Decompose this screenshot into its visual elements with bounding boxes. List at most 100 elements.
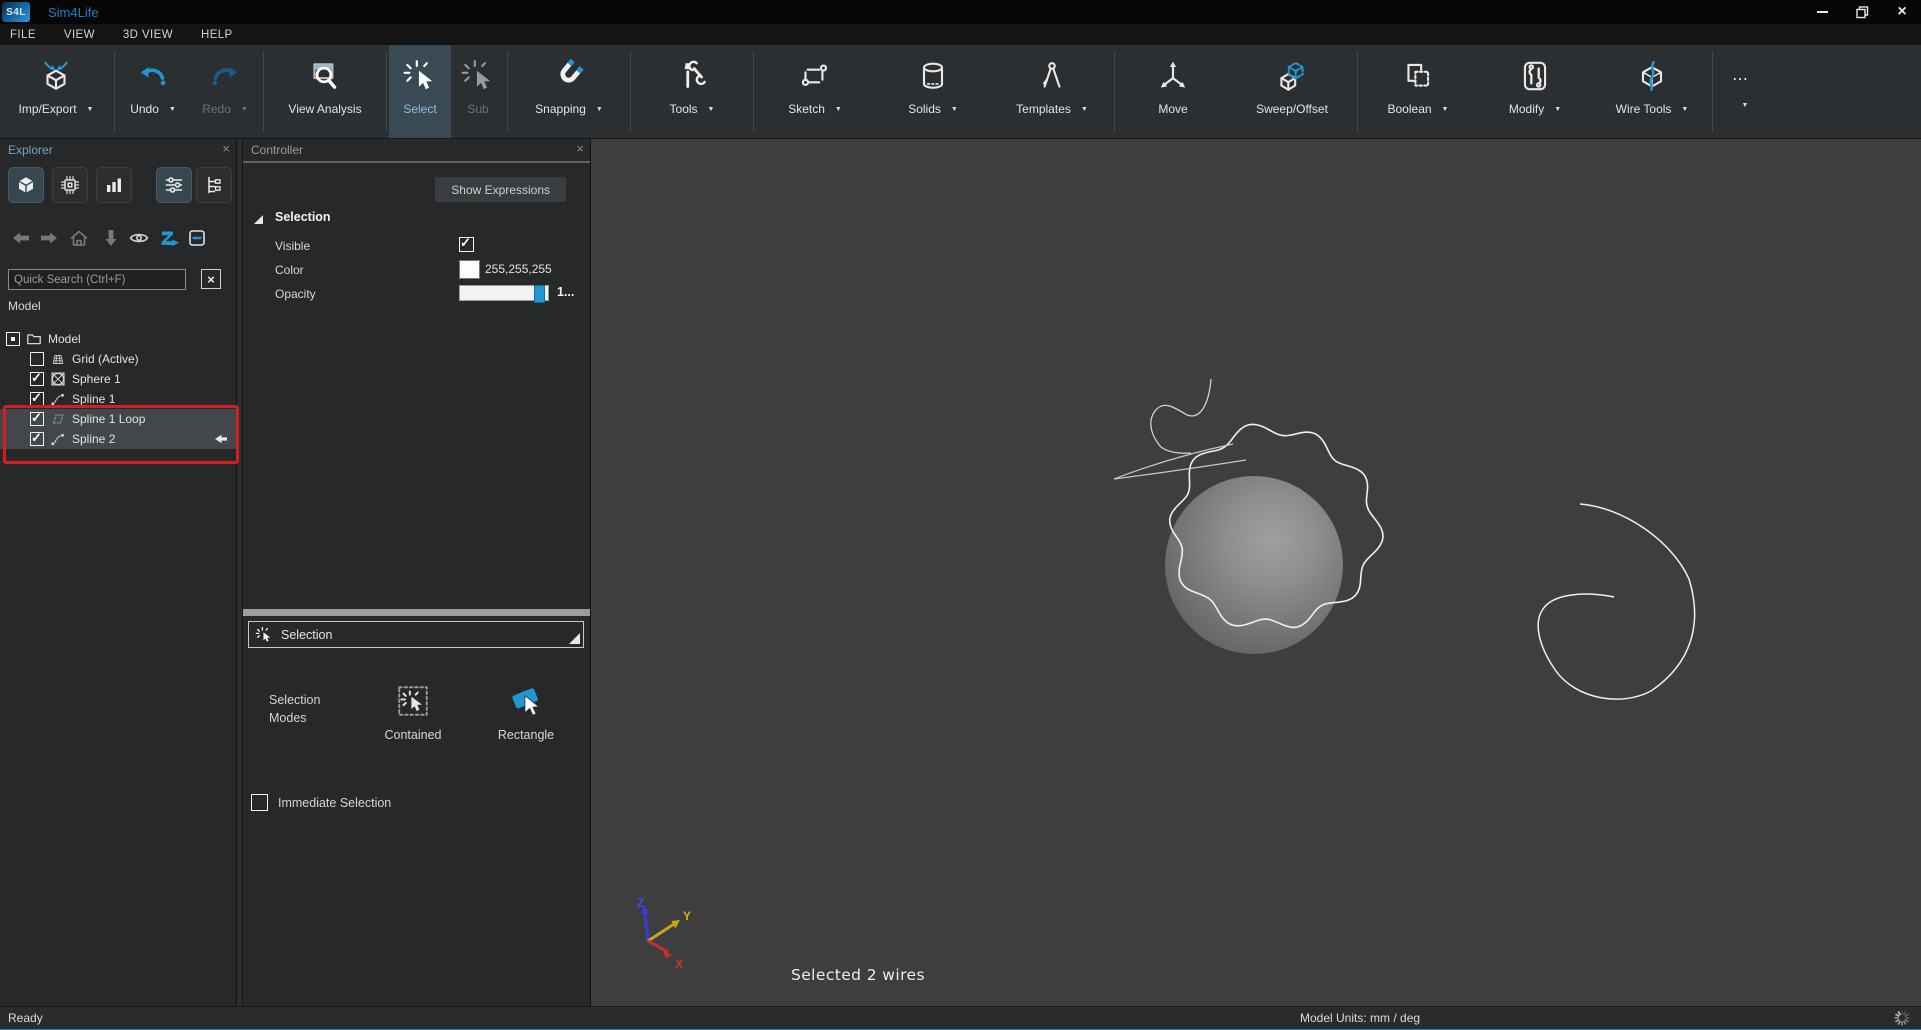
selection-tool-dropdown[interactable]: Selection — [248, 621, 584, 648]
minimize-button[interactable] — [1809, 2, 1835, 22]
opacity-slider-handle[interactable] — [534, 285, 545, 303]
tree-item-label: Sphere 1 — [72, 372, 121, 386]
mode-contained-label: Contained — [384, 728, 442, 742]
opacity-slider[interactable] — [459, 285, 549, 303]
toolbar-button-boolean[interactable]: Boolean ▼ — [1360, 45, 1476, 138]
explorer-view-button-filter-sliders[interactable] — [156, 167, 192, 203]
chevron-down-icon[interactable]: ▼ — [241, 106, 248, 113]
toolbar-button-snapping[interactable]: Snapping ▼ — [510, 45, 628, 138]
explorer-nav-zoom-z[interactable] — [158, 227, 180, 249]
chevron-down-icon[interactable]: ▼ — [1554, 106, 1561, 113]
app-logo-icon: S4L — [2, 2, 30, 22]
controller-splitter[interactable] — [243, 609, 590, 616]
visibility-checkbox[interactable] — [30, 352, 44, 366]
chevron-down-icon[interactable]: ▼ — [1442, 106, 1449, 113]
visibility-checkbox[interactable] — [30, 430, 44, 446]
chevron-down-icon[interactable]: ▼ — [1081, 106, 1088, 113]
tree-item-spline-2[interactable]: Spline 2 — [0, 429, 237, 449]
spline-1-needle-upper — [1113, 443, 1234, 480]
menu-3d-view[interactable]: 3D VIEW — [109, 29, 187, 41]
immediate-selection-label: Immediate Selection — [278, 795, 392, 810]
tree-expander-box[interactable] — [6, 332, 20, 346]
menu-help[interactable]: HELP — [187, 29, 247, 41]
explorer-view-button-chip[interactable] — [52, 167, 88, 203]
boolean-icon — [1400, 54, 1436, 98]
model-units-text: Model Units: mm / deg — [1300, 1011, 1421, 1025]
tree-item-sphere-1[interactable]: Sphere 1 — [0, 369, 237, 389]
visibility-checkbox[interactable] — [30, 390, 44, 406]
toolbar-button-imp-export[interactable]: Imp/Export ▼ — [0, 45, 112, 138]
restore-button[interactable] — [1849, 2, 1875, 22]
chevron-down-icon[interactable]: ▼ — [951, 106, 958, 113]
sketch-icon — [797, 54, 833, 98]
toolbar-button-label: Boolean — [1387, 102, 1432, 116]
tree-item-grid-active[interactable]: Grid (Active) — [0, 349, 237, 369]
toolbar-button-redo[interactable]: Redo ▼ — [189, 45, 261, 138]
modify-icon — [1517, 54, 1553, 98]
menu-file[interactable]: FILE — [0, 29, 50, 41]
toolbar-button-tools[interactable]: Tools ▼ — [633, 45, 751, 138]
mode-contained[interactable]: Contained — [358, 682, 468, 742]
explorer-view-button-bar-chart[interactable] — [96, 167, 132, 203]
toolbar-button-sweep-offset[interactable]: Sweep/Offset — [1229, 45, 1355, 138]
clear-search-button[interactable]: × — [201, 269, 221, 289]
toolbar-button-undo[interactable]: Undo ▼ — [117, 45, 189, 138]
explorer-view-button-tree-view[interactable] — [196, 167, 232, 203]
chevron-down-icon[interactable]: ▼ — [169, 106, 176, 113]
spline-2-object[interactable] — [1537, 503, 1696, 700]
sphere-object[interactable] — [1165, 476, 1343, 654]
tree-item-spline-1-loop[interactable]: Spline 1 Loop — [0, 409, 237, 429]
toolbar-separator — [630, 51, 631, 132]
toolbar-button-modify[interactable]: Modify ▼ — [1476, 45, 1594, 138]
spline-icon — [50, 431, 66, 447]
visible-checkbox[interactable] — [459, 235, 474, 252]
toolbar-button-view-analysis[interactable]: View Analysis — [266, 45, 384, 138]
immediate-selection-checkbox[interactable] — [251, 794, 268, 811]
toolbar-separator — [1712, 51, 1713, 132]
explorer-nav-collapse-all[interactable] — [186, 227, 208, 249]
busy-spinner-icon — [1893, 1009, 1911, 1027]
toolbar-separator — [263, 51, 264, 132]
main-area: Explorer × × Model Model Grid (Active) Sph… — [0, 139, 1921, 1006]
toolbar-button-wire-tools[interactable]: Wire Tools ▼ — [1594, 45, 1710, 138]
toolbar-button-sub[interactable]: Sub — [451, 45, 505, 138]
axis-z-label: Z — [637, 896, 644, 910]
dropdown-corner-icon — [569, 633, 580, 644]
chevron-down-icon[interactable]: ▼ — [708, 106, 715, 113]
toolbar-button-label: Tools — [669, 102, 698, 116]
toolbar-button-sketch[interactable]: Sketch ▼ — [756, 45, 874, 138]
show-expressions-button[interactable]: Show Expressions — [435, 177, 566, 202]
chevron-down-icon[interactable]: ▼ — [1742, 102, 1749, 109]
mode-rectangle[interactable]: Rectangle — [471, 682, 581, 742]
quick-search-input[interactable] — [8, 269, 186, 290]
explorer-close-icon[interactable]: × — [222, 142, 230, 156]
viewport-status-text: Selected 2 wires — [791, 966, 925, 984]
explorer-nav-eye[interactable] — [128, 227, 150, 249]
axis-triad: Z Y X — [637, 896, 691, 971]
controller-close-icon[interactable]: × — [576, 142, 584, 156]
close-button[interactable]: × — [1889, 2, 1915, 22]
chevron-down-icon[interactable]: ▼ — [87, 106, 94, 113]
toolbar-button-overflow[interactable]: … ▼ — [1715, 45, 1765, 138]
menu-view[interactable]: VIEW — [50, 29, 109, 41]
viewport-3d[interactable]: Z Y X Selected 2 wires — [591, 139, 1921, 1006]
templates-icon — [1034, 54, 1070, 98]
visibility-checkbox[interactable] — [30, 410, 44, 426]
toolbar-button-templates[interactable]: Templates ▼ — [992, 45, 1112, 138]
toolbar-button-select[interactable]: Select — [389, 45, 451, 138]
toolbar-button-move[interactable]: Move — [1117, 45, 1229, 138]
chevron-down-icon[interactable]: ▼ — [1681, 106, 1688, 113]
back-arrow-icon — [13, 232, 29, 244]
spline-1-object[interactable] — [1150, 378, 1212, 454]
toolbar-separator — [1114, 51, 1115, 132]
color-swatch[interactable] — [459, 260, 480, 279]
visibility-checkbox[interactable] — [30, 370, 44, 386]
loop-icon — [50, 411, 66, 427]
tree-item-spline-1[interactable]: Spline 1 — [0, 389, 237, 409]
chevron-down-icon[interactable]: ▼ — [596, 106, 603, 113]
explorer-view-button-model-cube[interactable] — [8, 167, 44, 203]
toolbar-button-solids[interactable]: Solids ▼ — [874, 45, 992, 138]
chevron-down-icon[interactable]: ▼ — [835, 106, 842, 113]
tree-item-model[interactable]: Model — [0, 329, 237, 349]
section-collapse-icon[interactable] — [254, 215, 263, 224]
